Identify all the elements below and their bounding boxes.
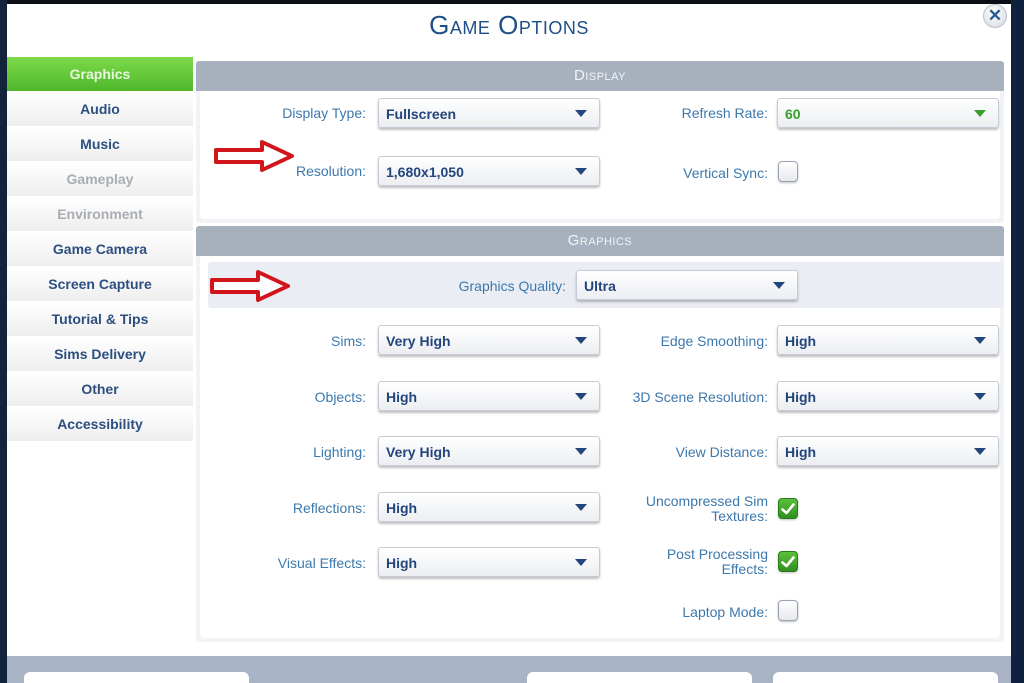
chevron-down-icon bbox=[974, 393, 986, 400]
game-options-dialog: Game Options ✕ Graphics Audio Music Game… bbox=[7, 4, 1011, 683]
sidebar-item-screen-capture[interactable]: Screen Capture bbox=[7, 267, 193, 301]
resolution-dropdown[interactable]: 1,680x1,050 bbox=[378, 156, 600, 186]
display-section: Display Display Type: Fullscreen Resolut… bbox=[196, 61, 1004, 223]
objects-value: High bbox=[386, 389, 418, 405]
background-right-edge bbox=[1011, 0, 1024, 683]
lighting-dropdown[interactable]: Very High bbox=[378, 436, 600, 466]
scene-resolution-dropdown[interactable]: High bbox=[777, 381, 999, 411]
dialog-footer bbox=[7, 656, 1011, 683]
footer-button-1[interactable] bbox=[24, 672, 249, 683]
edge-smoothing-value: High bbox=[785, 333, 817, 349]
sidebar-item-other[interactable]: Other bbox=[7, 372, 193, 406]
sidebar-item-game-camera[interactable]: Game Camera bbox=[7, 232, 193, 266]
chevron-down-icon bbox=[974, 448, 986, 455]
visual-effects-label: Visual Effects: bbox=[277, 555, 366, 571]
sidebar-item-graphics[interactable]: Graphics bbox=[7, 57, 193, 91]
checkmark-icon bbox=[781, 555, 795, 567]
chevron-down-icon bbox=[575, 448, 587, 455]
laptop-mode-checkbox[interactable] bbox=[778, 600, 798, 621]
sidebar-item-sims-delivery[interactable]: Sims Delivery bbox=[7, 337, 193, 371]
graphics-quality-value: Ultra bbox=[584, 278, 616, 294]
display-type-value: Fullscreen bbox=[386, 106, 457, 122]
chevron-down-icon bbox=[773, 282, 785, 289]
display-section-header: Display bbox=[196, 61, 1004, 91]
refresh-rate-label: Refresh Rate: bbox=[681, 105, 768, 121]
sidebar-item-audio[interactable]: Audio bbox=[7, 92, 193, 126]
sidebar-item-environment[interactable]: Environment bbox=[7, 197, 193, 231]
dialog-title: Game Options bbox=[429, 10, 589, 40]
chevron-down-icon bbox=[575, 168, 587, 175]
uncompressed-textures-checkbox[interactable] bbox=[778, 498, 798, 519]
sidebar-item-music[interactable]: Music bbox=[7, 127, 193, 161]
view-distance-value: High bbox=[785, 444, 817, 460]
edge-smoothing-dropdown[interactable]: High bbox=[777, 325, 999, 355]
chevron-down-icon bbox=[575, 393, 587, 400]
post-processing-label: Post Processing Effects: bbox=[666, 546, 768, 577]
scene-resolution-value: High bbox=[785, 389, 817, 405]
display-type-label: Display Type: bbox=[282, 105, 366, 121]
view-distance-label: View Distance: bbox=[675, 444, 768, 460]
view-distance-dropdown[interactable]: High bbox=[777, 436, 999, 466]
laptop-mode-label: Laptop Mode: bbox=[682, 604, 768, 620]
graphics-section-body: Graphics Quality: Ultra Sims: Very High … bbox=[200, 256, 1004, 638]
resolution-label: Resolution: bbox=[295, 163, 366, 179]
resolution-value: 1,680x1,050 bbox=[386, 164, 464, 180]
lighting-value: Very High bbox=[386, 444, 451, 460]
lighting-label: Lighting: bbox=[313, 444, 366, 460]
chevron-down-icon bbox=[575, 337, 587, 344]
visual-effects-dropdown[interactable]: High bbox=[378, 547, 600, 577]
close-button[interactable]: ✕ bbox=[983, 4, 1007, 28]
display-section-body: Display Type: Fullscreen Resolution: 1,6… bbox=[200, 91, 1000, 219]
post-processing-checkbox[interactable] bbox=[778, 551, 798, 572]
footer-button-2[interactable] bbox=[527, 672, 752, 683]
sidebar-item-accessibility[interactable]: Accessibility bbox=[7, 407, 193, 441]
background-left-edge bbox=[0, 0, 7, 683]
chevron-down-icon bbox=[575, 110, 587, 117]
footer-button-3[interactable] bbox=[773, 672, 998, 683]
chevron-down-icon bbox=[974, 110, 986, 117]
graphics-quality-dropdown[interactable]: Ultra bbox=[576, 270, 798, 300]
edge-smoothing-label: Edge Smoothing: bbox=[660, 333, 768, 349]
sims-dropdown[interactable]: Very High bbox=[378, 325, 600, 355]
sims-value: Very High bbox=[386, 333, 451, 349]
objects-label: Objects: bbox=[314, 389, 366, 405]
red-arrow-annotation-resolution bbox=[214, 140, 294, 172]
sidebar-item-tutorial-tips[interactable]: Tutorial & Tips bbox=[7, 302, 193, 336]
red-arrow-annotation-graphics-quality bbox=[210, 270, 290, 302]
sidebar-item-gameplay[interactable]: Gameplay bbox=[7, 162, 193, 196]
objects-dropdown[interactable]: High bbox=[378, 381, 600, 411]
chevron-down-icon bbox=[575, 504, 587, 511]
checkmark-icon bbox=[781, 502, 795, 514]
refresh-rate-dropdown[interactable]: 60 bbox=[777, 98, 999, 128]
sims-label: Sims: bbox=[331, 333, 366, 349]
graphics-quality-label: Graphics Quality: bbox=[458, 278, 566, 294]
reflections-value: High bbox=[386, 500, 418, 516]
options-sidebar: Graphics Audio Music Gameplay Environmen… bbox=[7, 57, 193, 442]
graphics-section-header: Graphics bbox=[196, 226, 1004, 256]
chevron-down-icon bbox=[974, 337, 986, 344]
uncompressed-textures-label: Uncompressed Sim Textures: bbox=[645, 493, 768, 524]
graphics-section: Graphics Graphics Quality: Ultra Sims: V… bbox=[196, 226, 1004, 642]
vertical-sync-checkbox[interactable] bbox=[778, 161, 798, 182]
vertical-sync-label: Vertical Sync: bbox=[683, 165, 768, 181]
refresh-rate-value: 60 bbox=[785, 106, 801, 122]
display-type-dropdown[interactable]: Fullscreen bbox=[378, 98, 600, 128]
reflections-dropdown[interactable]: High bbox=[378, 492, 600, 522]
reflections-label: Reflections: bbox=[292, 500, 366, 516]
scene-resolution-label: 3D Scene Resolution: bbox=[632, 389, 768, 405]
close-icon: ✕ bbox=[987, 6, 1003, 25]
chevron-down-icon bbox=[575, 559, 587, 566]
visual-effects-value: High bbox=[386, 555, 418, 571]
